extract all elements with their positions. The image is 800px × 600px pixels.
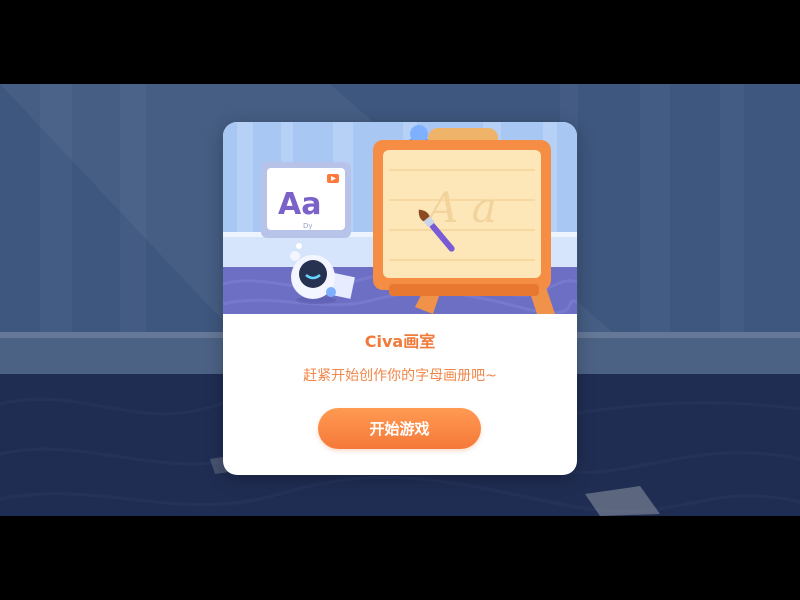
start-game-dialog: Aa Dy A a Civa画室 赶紧开始创作你的字母画册吧~ 开始游戏: [223, 122, 577, 475]
easel: A a: [373, 125, 555, 314]
letter-board: Aa Dy: [261, 162, 351, 238]
board-letters-text: Aa: [278, 187, 321, 222]
game-stage: Aa Dy A a Civa画室 赶紧开始创作你的字母画册吧~ 开始游戏: [0, 0, 800, 600]
start-game-button[interactable]: 开始游戏: [318, 408, 481, 449]
board-caption-text: Dy: [303, 222, 313, 230]
dialog-title: Civa画室: [364, 332, 436, 351]
dialog-subtitle: 赶紧开始创作你的字母画册吧~: [303, 368, 497, 384]
dialog-illustration: Aa Dy A a: [223, 122, 577, 314]
